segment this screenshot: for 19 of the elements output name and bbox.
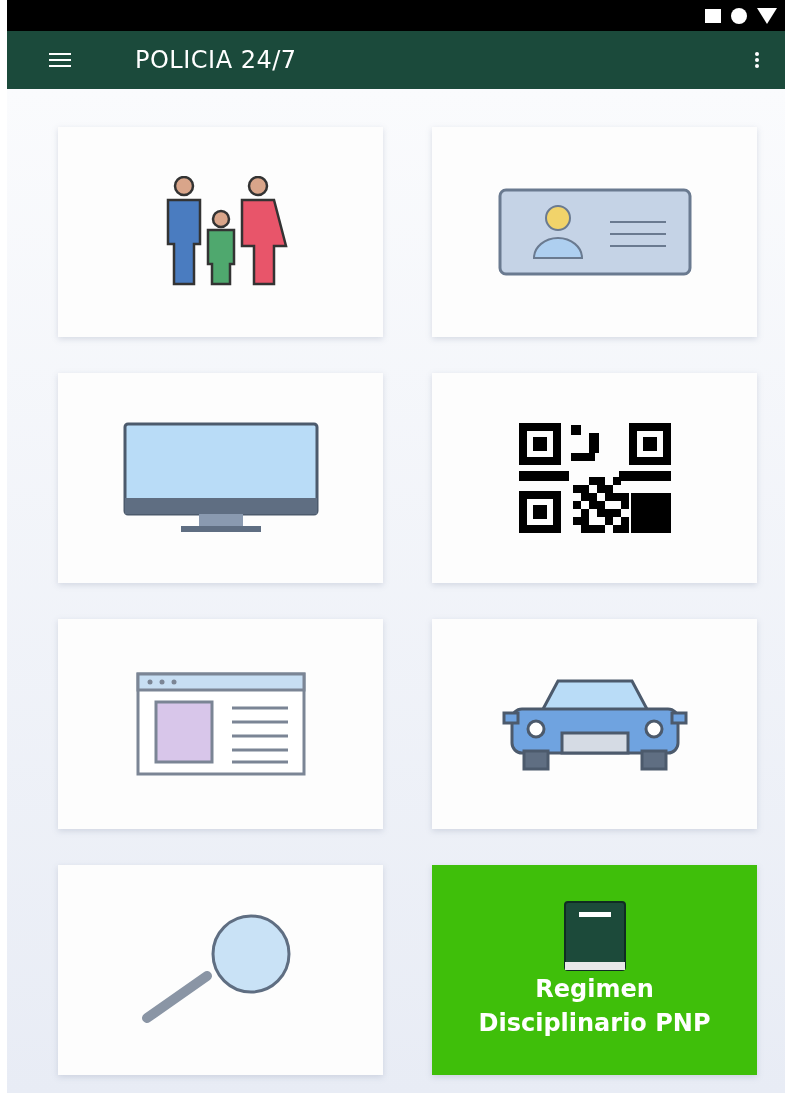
book-icon bbox=[562, 900, 627, 972]
menu-tile[interactable] bbox=[58, 865, 383, 1075]
menu-tile[interactable] bbox=[58, 127, 383, 337]
id-card-icon bbox=[497, 188, 692, 276]
menu-tile[interactable] bbox=[58, 619, 383, 829]
menu-tile[interactable] bbox=[432, 127, 757, 337]
more-icon[interactable] bbox=[755, 52, 759, 69]
monitor-icon bbox=[122, 422, 319, 534]
tile-label: Regimen Disciplinario PNP bbox=[477, 974, 712, 1039]
app-title: POLICIA 24/7 bbox=[135, 46, 298, 75]
menu-icon[interactable] bbox=[49, 53, 71, 68]
dot-icon bbox=[731, 7, 747, 24]
triangle-icon bbox=[757, 7, 777, 24]
menu-tile[interactable] bbox=[432, 619, 757, 829]
web-page-icon bbox=[135, 672, 306, 776]
menu-tile[interactable]: Regimen Disciplinario PNP bbox=[432, 865, 757, 1075]
menu-tile[interactable] bbox=[432, 373, 757, 583]
qr-code-icon bbox=[518, 423, 671, 533]
menu-tile[interactable] bbox=[58, 373, 383, 583]
